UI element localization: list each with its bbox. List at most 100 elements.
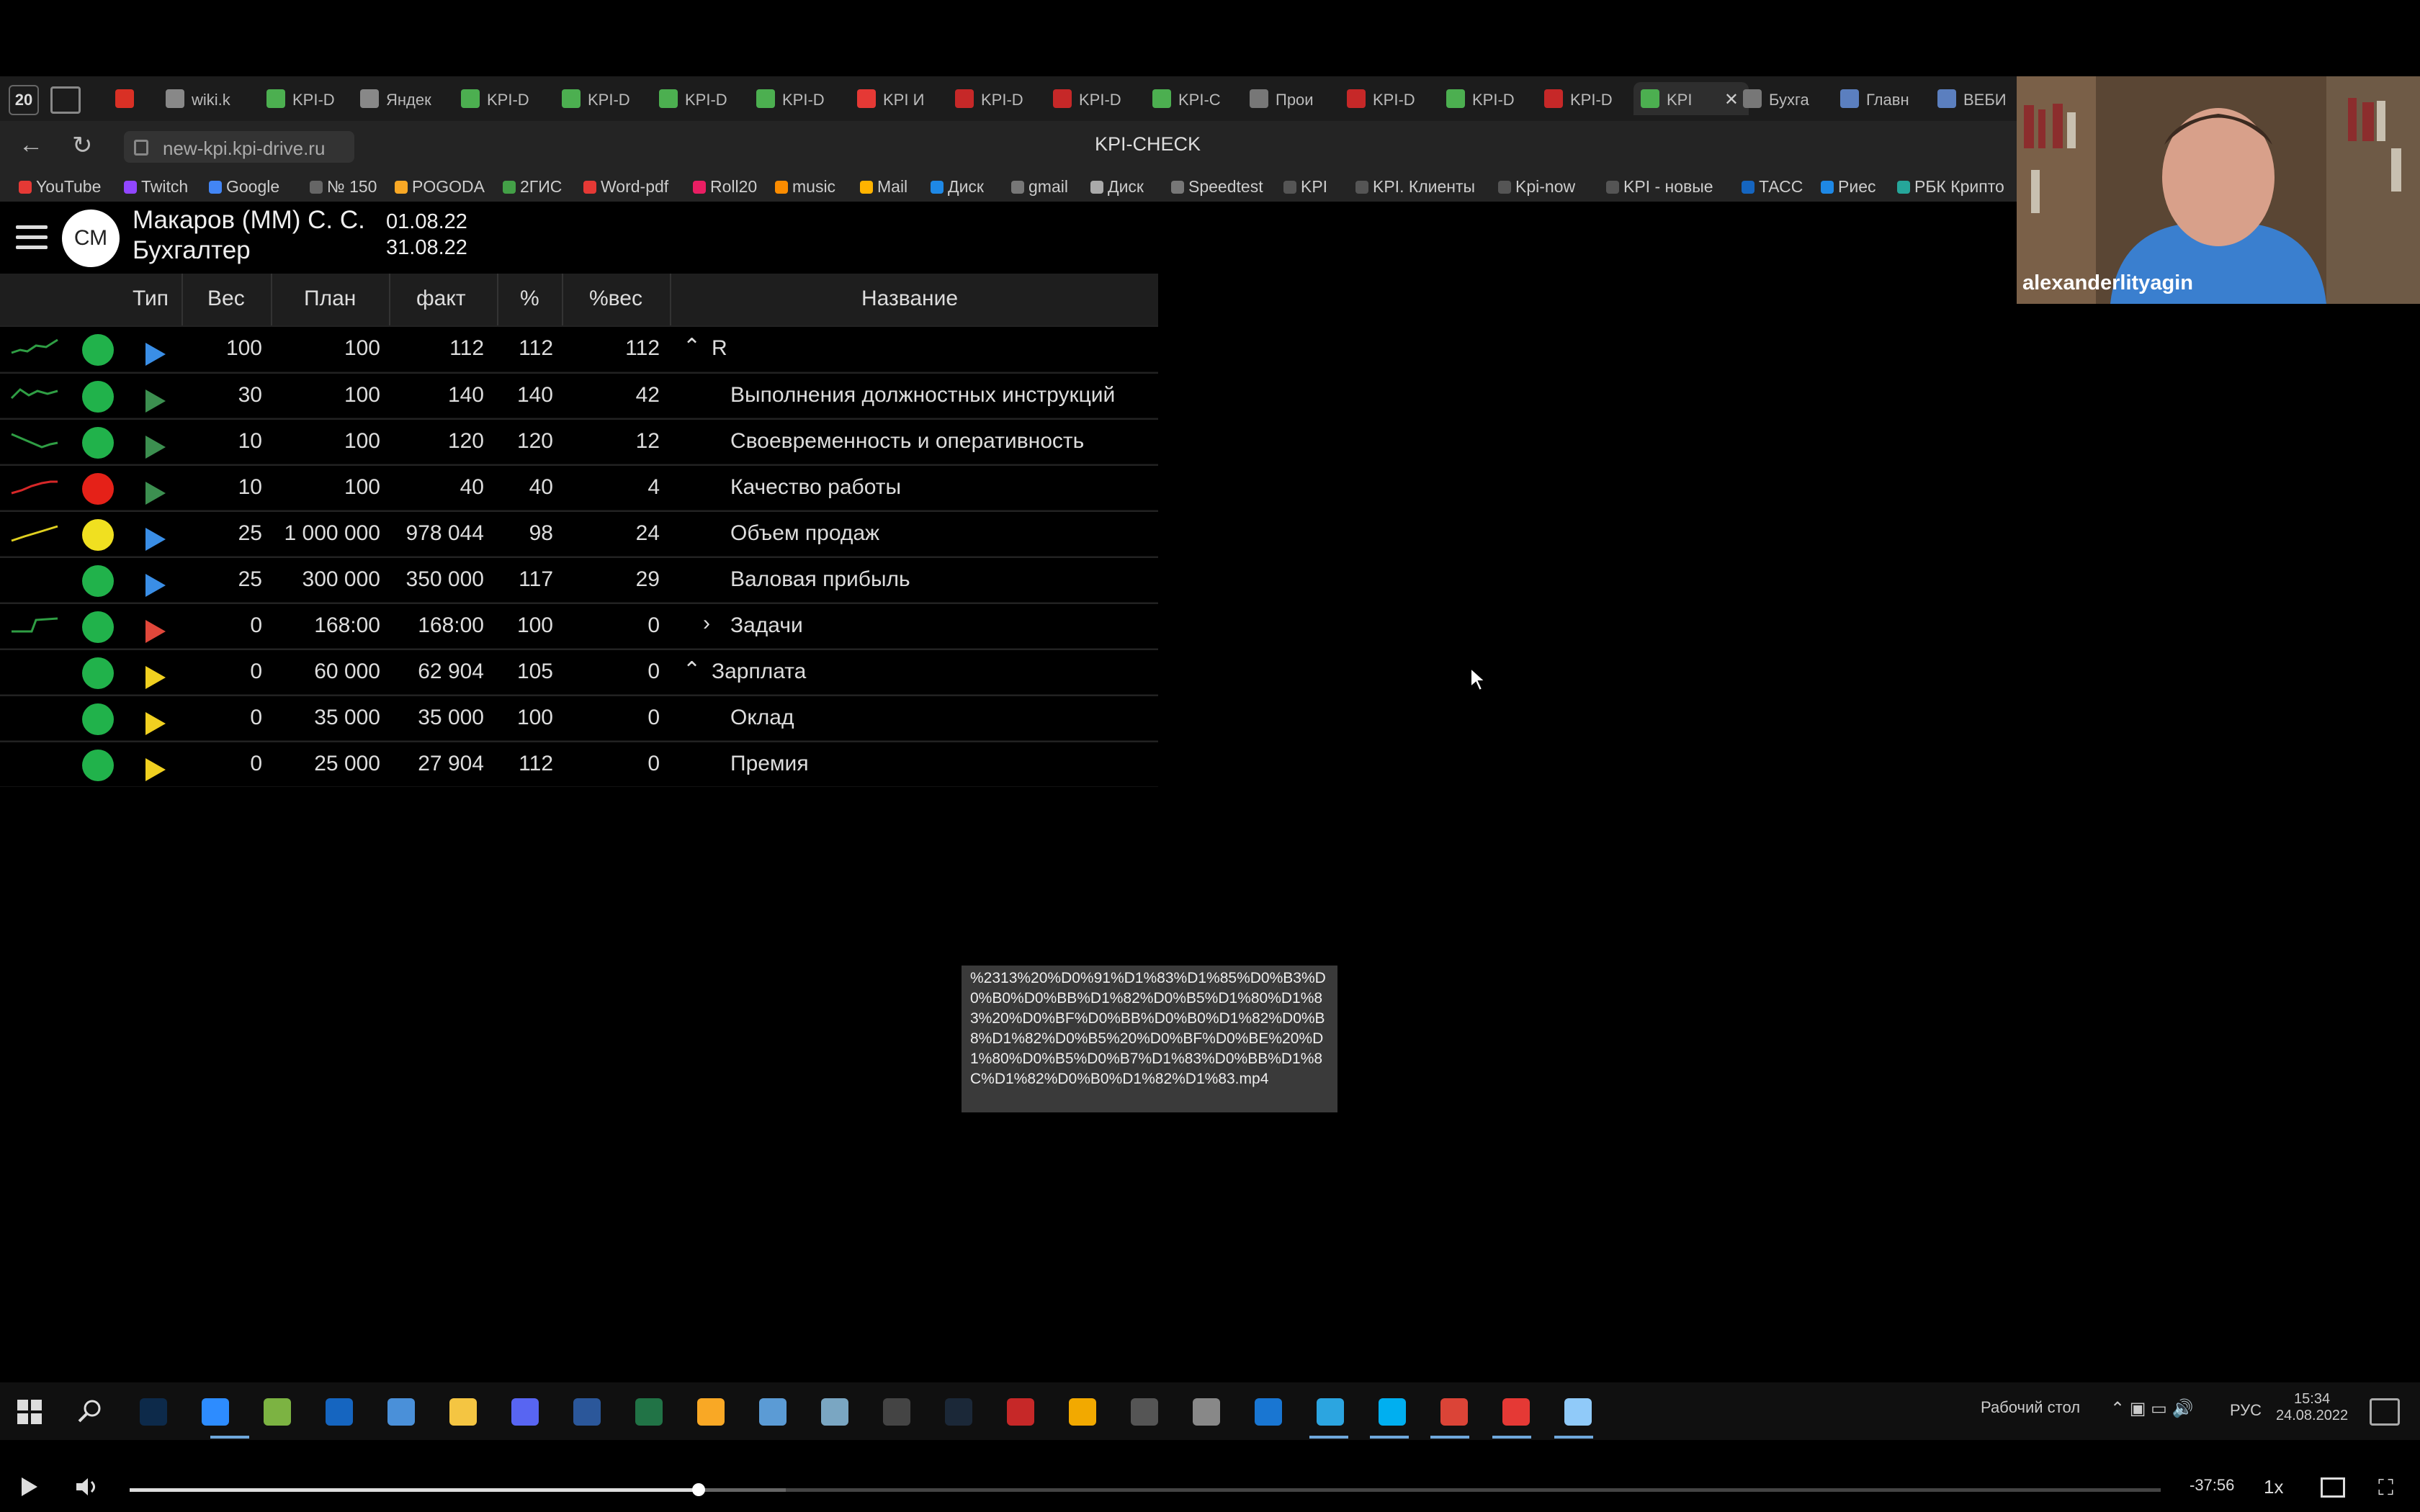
progress-knob[interactable] [691, 1483, 705, 1496]
bookmark[interactable]: Roll20 [693, 177, 757, 197]
tab[interactable]: Яндек [353, 82, 450, 115]
tab[interactable]: KPI И [850, 82, 947, 115]
bookmark[interactable]: KPI - новые [1606, 177, 1713, 197]
tab[interactable]: KPI-D [1046, 82, 1143, 115]
playback-speed[interactable]: 1x [2264, 1476, 2283, 1498]
fullscreen-exit-icon[interactable]: ⛶ [2378, 1476, 2393, 1500]
url-field[interactable]: new-kpi.kpi-drive.ru [124, 131, 354, 163]
app-icon[interactable] [759, 1398, 786, 1426]
yandex-browser-icon[interactable] [1502, 1398, 1530, 1426]
table-row[interactable]: 10 100 120 120 12 Своевременность и оперативн… [0, 418, 1158, 464]
excel-icon[interactable] [635, 1398, 663, 1426]
expand-arrow-icon[interactable] [145, 620, 166, 643]
tab[interactable]: KPI-D [948, 82, 1045, 115]
table-row[interactable]: 0 25 000 27 904 112 0 Премия [0, 741, 1158, 787]
bookmark[interactable]: Twitch [124, 177, 188, 197]
table-row[interactable]: 30 100 140 140 42 Выполнения должностных инст… [0, 372, 1158, 418]
language-indicator[interactable]: РУС [2230, 1401, 2262, 1420]
bookmark[interactable]: Word-pdf [583, 177, 668, 197]
tab[interactable]: ВЕБИ [1930, 82, 2027, 115]
tab[interactable]: KPI-D [1340, 82, 1437, 115]
tab[interactable]: KPI-D [652, 82, 749, 115]
tab[interactable]: KPI-D [1439, 82, 1536, 115]
period-end[interactable]: 31.08.22 [386, 236, 467, 260]
notifications-icon[interactable] [2370, 1398, 2400, 1426]
bookmark[interactable]: POGODA [395, 177, 485, 197]
progress-bar[interactable] [130, 1483, 2161, 1496]
bookmark[interactable]: Kpi-now [1498, 177, 1575, 197]
bookmark[interactable]: Speedtest [1171, 177, 1263, 197]
tray-icons[interactable]: ⌃ ▣ ▭ 🔊 [2110, 1398, 2193, 1419]
app-icon[interactable] [821, 1398, 848, 1426]
table-row[interactable]: 0 60 000 62 904 105 0 ⌃ Зарплата [0, 649, 1158, 695]
bookmark[interactable]: 2ГИС [503, 177, 562, 197]
app-icon[interactable] [387, 1398, 415, 1426]
play-icon[interactable] [20, 1476, 39, 1498]
bookmark[interactable]: Диск [931, 177, 984, 197]
visio-icon[interactable] [326, 1398, 353, 1426]
app-icon[interactable] [1069, 1398, 1096, 1426]
chevron-up-icon[interactable]: ⌃ [683, 334, 701, 359]
expand-arrow-icon[interactable] [145, 436, 166, 459]
explorer-icon[interactable] [449, 1398, 477, 1426]
table-row[interactable]: 10 100 40 40 4 Качество работы [0, 464, 1158, 510]
table-row[interactable]: 0 168:00 168:00 100 0 › Задачи [0, 603, 1158, 649]
menu-icon[interactable] [16, 225, 48, 256]
utorrent-icon[interactable] [264, 1398, 291, 1426]
expand-arrow-icon[interactable] [145, 343, 166, 366]
tab[interactable]: KPI-D [259, 82, 357, 115]
bookmark[interactable]: YouTube [19, 177, 101, 197]
pip-icon[interactable] [2321, 1477, 2345, 1498]
app-icon[interactable] [1564, 1398, 1592, 1426]
bookmark[interactable]: Риес [1821, 177, 1876, 197]
bookmark[interactable]: Диск [1090, 177, 1144, 197]
app-icon[interactable] [1193, 1398, 1220, 1426]
tab[interactable]: KPI-D [555, 82, 652, 115]
discord-icon[interactable] [511, 1398, 539, 1426]
chevron-up-icon[interactable]: ⌃ [683, 657, 701, 683]
chevron-right-icon[interactable]: › [703, 611, 710, 636]
app-icon[interactable] [1007, 1398, 1034, 1426]
bookmark[interactable]: gmail [1011, 177, 1068, 197]
clock[interactable]: 15:34 24.08.2022 [2276, 1391, 2348, 1424]
expand-arrow-icon[interactable] [145, 482, 166, 505]
app-icon[interactable] [697, 1398, 725, 1426]
bookmark[interactable]: Mail [860, 177, 908, 197]
windows-start-icon[interactable] [16, 1398, 43, 1426]
app-icon[interactable] [1131, 1398, 1158, 1426]
tab-count-button[interactable]: 20 [9, 85, 39, 115]
period-start[interactable]: 01.08.22 [386, 210, 467, 234]
tab[interactable]: Бухга [1736, 82, 1833, 115]
back-icon[interactable]: ← [19, 131, 43, 159]
tab[interactable]: KPI ✕ [1634, 82, 1749, 115]
snip-icon[interactable] [1255, 1398, 1282, 1426]
tab[interactable]: Главн [1833, 82, 1930, 115]
bookmark[interactable]: РБК Крипто [1897, 177, 2004, 197]
steam-icon[interactable] [945, 1398, 972, 1426]
tab[interactable]: KPI-D [749, 82, 846, 115]
expand-arrow-icon[interactable] [145, 574, 166, 597]
obs-icon[interactable] [883, 1398, 910, 1426]
reload-icon[interactable]: ↻ [72, 131, 93, 160]
expand-arrow-icon[interactable] [145, 666, 166, 689]
tab[interactable]: wiki.k [158, 82, 256, 115]
table-row[interactable]: 100 100 112 112 112 ⌃ R [0, 325, 1158, 372]
bookmark[interactable]: KPI [1283, 177, 1327, 197]
tab[interactable]: KPI-D [454, 82, 551, 115]
avatar[interactable]: СМ [62, 210, 120, 267]
tab[interactable]: KPI-D [1537, 82, 1634, 115]
expand-arrow-icon[interactable] [145, 528, 166, 551]
table-row[interactable]: 25 1 000 000 978 044 98 24 Объем продаж [0, 510, 1158, 557]
photoshop-icon[interactable] [140, 1398, 167, 1426]
bookmark[interactable]: Google [209, 177, 279, 197]
zoom-icon[interactable] [202, 1398, 229, 1426]
telegram-icon[interactable] [1317, 1398, 1344, 1426]
skype-icon[interactable] [1379, 1398, 1406, 1426]
expand-arrow-icon[interactable] [145, 712, 166, 735]
chrome-icon[interactable] [1440, 1398, 1468, 1426]
bookmark[interactable]: KPI. Клиенты [1355, 177, 1475, 197]
table-row[interactable]: 0 35 000 35 000 100 0 Оклад [0, 695, 1158, 741]
desktop-label[interactable]: Рабочий стол [1981, 1398, 2080, 1417]
expand-arrow-icon[interactable] [145, 758, 166, 781]
tab[interactable]: KPI-C [1145, 82, 1242, 115]
